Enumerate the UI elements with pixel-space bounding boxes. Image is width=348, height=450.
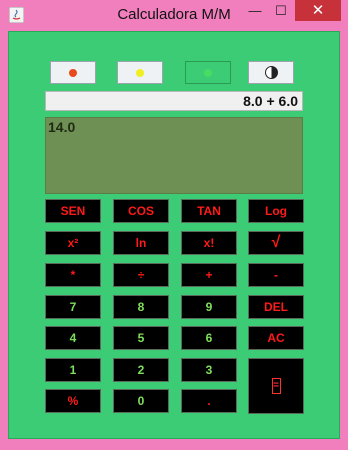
digit-1-button[interactable]: 1	[45, 358, 101, 382]
theme-yellow-button[interactable]	[117, 61, 163, 84]
add-button[interactable]: +	[181, 263, 237, 287]
factorial-button[interactable]: x!	[181, 231, 237, 255]
theme-contrast-button[interactable]	[248, 61, 294, 84]
digit-2-button[interactable]: 2	[113, 358, 169, 382]
expression-display: 8.0 + 6.0	[45, 91, 303, 111]
yellow-dot-icon	[136, 68, 144, 77]
equals-label: =	[271, 378, 281, 394]
digit-4-button[interactable]: 4	[45, 326, 101, 350]
tan-button[interactable]: TAN	[181, 199, 237, 223]
red-dot-icon	[69, 68, 77, 77]
sqrt-button[interactable]: √	[248, 231, 304, 255]
minimize-button[interactable]: —	[242, 0, 268, 21]
digit-6-button[interactable]: 6	[181, 326, 237, 350]
digit-5-button[interactable]: 5	[113, 326, 169, 350]
equals-button[interactable]: =	[248, 358, 304, 414]
theme-red-button[interactable]	[50, 61, 96, 84]
subtract-button[interactable]: -	[248, 263, 304, 287]
calculator-window: Calculadora M/M — ☐ ✕ 8.0 + 6.0 14.0 SEN…	[0, 0, 348, 450]
digit-9-button[interactable]: 9	[181, 295, 237, 319]
digit-7-button[interactable]: 7	[45, 295, 101, 319]
digit-0-button[interactable]: 0	[113, 389, 169, 413]
maximize-button[interactable]: ☐	[268, 0, 294, 21]
divide-button[interactable]: ÷	[113, 263, 169, 287]
contrast-icon	[264, 66, 278, 79]
theme-green-button[interactable]	[185, 61, 231, 84]
close-button[interactable]: ✕	[295, 0, 341, 21]
percent-button[interactable]: %	[45, 389, 101, 413]
ln-button[interactable]: ln	[113, 231, 169, 255]
multiply-button[interactable]: *	[45, 263, 101, 287]
digit-3-button[interactable]: 3	[181, 358, 237, 382]
all-clear-button[interactable]: AC	[248, 326, 304, 350]
decimal-point-button[interactable]: .	[181, 389, 237, 413]
digit-8-button[interactable]: 8	[113, 295, 169, 319]
result-display: 14.0	[45, 117, 303, 194]
green-dot-icon	[204, 68, 212, 77]
cos-button[interactable]: COS	[113, 199, 169, 223]
square-button[interactable]: x²	[45, 231, 101, 255]
log-button[interactable]: Log	[248, 199, 304, 223]
title-bar[interactable]: Calculadora M/M — ☐ ✕	[0, 0, 348, 30]
delete-button[interactable]: DEL	[248, 295, 304, 319]
sen-button[interactable]: SEN	[45, 199, 101, 223]
